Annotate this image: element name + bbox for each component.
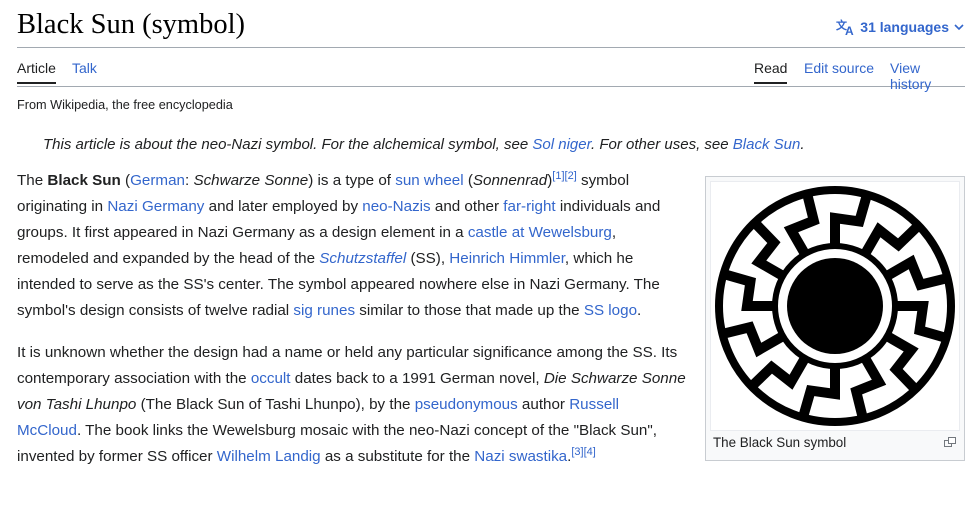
hatnote: This article is about the neo-Nazi symbo… xyxy=(43,136,804,153)
link-ss-logo[interactable]: SS logo xyxy=(584,302,637,319)
link-neo-nazis[interactable]: neo-Nazis xyxy=(362,198,430,215)
title-divider xyxy=(17,47,965,48)
figure-caption: The Black Sun symbol xyxy=(713,435,847,450)
languages-label: 31 languages xyxy=(860,19,949,35)
chevron-down-icon xyxy=(953,21,965,33)
paragraph-2: It is unknown whether the design had a n… xyxy=(17,344,686,465)
tab-view-history[interactable]: View history xyxy=(890,60,965,98)
tab-edit-source[interactable]: Edit source xyxy=(804,60,874,82)
citation-1[interactable]: [1] xyxy=(552,170,564,182)
languages-button[interactable]: 文 A 31 languages xyxy=(836,18,965,36)
black-sun-symbol-icon[interactable] xyxy=(710,181,960,431)
tab-talk[interactable]: Talk xyxy=(72,60,97,82)
link-sig-runes[interactable]: sig runes xyxy=(293,302,355,319)
enlarge-icon[interactable] xyxy=(944,434,956,452)
hatnote-text: . For other uses, see xyxy=(591,136,733,153)
link-german[interactable]: German xyxy=(130,172,185,189)
citation-4[interactable]: [4] xyxy=(584,446,596,458)
tagline: From Wikipedia, the free encyclopedia xyxy=(17,98,233,112)
svg-text:A: A xyxy=(845,24,854,36)
tab-read[interactable]: Read xyxy=(754,60,788,84)
link-castle-wewelsburg[interactable]: castle at Wewelsburg xyxy=(468,224,612,241)
tab-article[interactable]: Article xyxy=(17,60,56,84)
link-sun-wheel[interactable]: sun wheel xyxy=(395,172,463,189)
citation-3[interactable]: [3] xyxy=(571,446,583,458)
hatnote-text: This article is about the neo-Nazi symbo… xyxy=(43,136,533,153)
link-sol-niger[interactable]: Sol niger xyxy=(532,136,591,153)
page-title: Black Sun (symbol) xyxy=(17,9,245,40)
link-black-sun[interactable]: Black Sun xyxy=(733,136,801,153)
bold-term: Black Sun xyxy=(47,172,121,189)
link-nazi-swastika[interactable]: Nazi swastika xyxy=(474,448,567,465)
link-far-right[interactable]: far-right xyxy=(503,198,555,215)
link-schutzstaffel[interactable]: Schutzstaffel xyxy=(319,250,406,267)
link-wilhelm-landig[interactable]: Wilhelm Landig xyxy=(217,448,321,465)
infobox-figure: The Black Sun symbol xyxy=(705,176,965,461)
link-pseudonymous[interactable]: pseudonymous xyxy=(415,396,518,413)
link-occult[interactable]: occult xyxy=(251,370,291,387)
paragraph-1: The Black Sun (German: Schwarze Sonne) i… xyxy=(17,169,661,319)
page-tabs: Article Talk Read Edit source View histo… xyxy=(17,56,965,92)
link-nazi-germany[interactable]: Nazi Germany xyxy=(107,198,204,215)
translate-icon: 文 A xyxy=(836,18,856,36)
article-body: The Black Sun (German: Schwarze Sonne) i… xyxy=(17,168,687,486)
link-heinrich-himmler[interactable]: Heinrich Himmler xyxy=(449,250,565,267)
hatnote-text: . xyxy=(800,136,805,153)
citation-2[interactable]: [2] xyxy=(565,170,577,182)
